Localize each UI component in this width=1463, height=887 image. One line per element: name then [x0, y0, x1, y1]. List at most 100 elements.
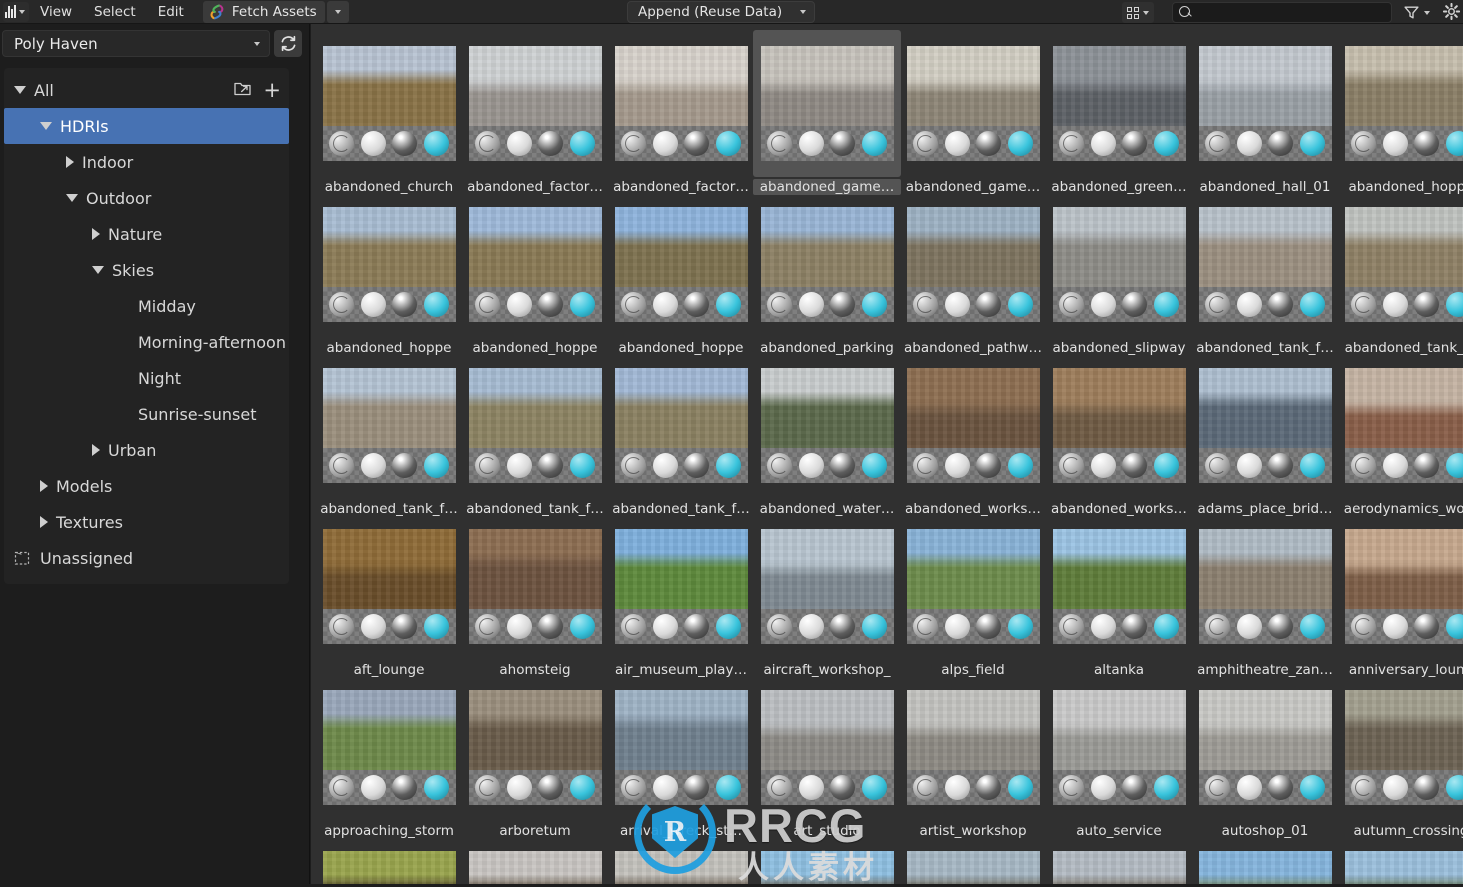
asset-item[interactable]: abandoned_hoppe: [1337, 30, 1463, 195]
asset-item[interactable]: abandoned_factor…: [461, 30, 609, 195]
display-mode-selector[interactable]: [1122, 2, 1154, 23]
asset-grid[interactable]: abandoned_churchabandoned_factor…abandon…: [311, 24, 1463, 884]
asset-thumbnail-card[interactable]: [315, 835, 463, 884]
catalog-item-night[interactable]: Night: [4, 360, 289, 396]
chevron-down-icon[interactable]: [1424, 11, 1430, 15]
asset-item[interactable]: ahomsteig: [461, 513, 609, 678]
catalog-item-morning-afternoon[interactable]: Morning-afternoon: [4, 324, 289, 360]
asset-thumbnail-card[interactable]: [1191, 352, 1339, 499]
asset-thumbnail-card[interactable]: [607, 513, 755, 660]
asset-item[interactable]: abandoned_hoppe: [607, 191, 755, 356]
asset-item[interactable]: aerodynamics_wo…: [1337, 352, 1463, 517]
catalog-item-urban[interactable]: Urban: [4, 432, 289, 468]
asset-thumbnail-card[interactable]: [1191, 513, 1339, 660]
refresh-library-button[interactable]: [274, 30, 302, 57]
triangle-right-icon[interactable]: [40, 516, 48, 528]
asset-item[interactable]: aircraft_workshop_: [753, 513, 901, 678]
asset-item[interactable]: abandoned_hoppe: [315, 191, 463, 356]
asset-item[interactable]: amphitheatre_zan…: [1191, 513, 1339, 678]
triangle-right-icon[interactable]: [92, 228, 100, 240]
asset-item[interactable]: abandoned_slipway: [1045, 191, 1193, 356]
asset-item[interactable]: anniversary_loung: [1337, 513, 1463, 678]
asset-item[interactable]: abandoned_tank_f…: [461, 352, 609, 517]
asset-thumbnail-card[interactable]: [1191, 674, 1339, 821]
asset-thumbnail-card[interactable]: [1337, 191, 1463, 338]
asset-item[interactable]: abandoned_hall_01: [1191, 30, 1339, 195]
fetch-assets-button[interactable]: Fetch Assets: [203, 1, 325, 23]
asset-thumbnail-card[interactable]: [1337, 513, 1463, 660]
asset-item[interactable]: abandoned_factor…: [607, 30, 755, 195]
asset-thumbnail-card[interactable]: [753, 835, 901, 884]
asset-thumbnail-card[interactable]: [315, 30, 463, 177]
asset-thumbnail-card[interactable]: [315, 191, 463, 338]
asset-thumbnail-card[interactable]: [753, 191, 901, 338]
catalog-item-textures[interactable]: Textures: [4, 504, 289, 540]
import-method-dropdown[interactable]: Append (Reuse Data): [627, 1, 815, 23]
asset-thumbnail-card[interactable]: [1045, 835, 1193, 884]
asset-thumbnail-card[interactable]: [1045, 513, 1193, 660]
asset-item[interactable]: abandoned_tank_f…: [1191, 191, 1339, 356]
asset-thumbnail-card[interactable]: [1045, 674, 1193, 821]
menu-select[interactable]: Select: [83, 0, 147, 24]
asset-thumbnail-card[interactable]: [461, 835, 609, 884]
asset-item[interactable]: [1191, 835, 1339, 884]
asset-item[interactable]: abandoned_tank_…: [1337, 191, 1463, 356]
asset-thumbnail-card[interactable]: [607, 835, 755, 884]
asset-thumbnail-card[interactable]: [899, 191, 1047, 338]
asset-item[interactable]: [315, 835, 463, 884]
asset-item[interactable]: aft_lounge: [315, 513, 463, 678]
asset-thumbnail-card[interactable]: [607, 674, 755, 821]
gear-icon[interactable]: [1443, 3, 1460, 20]
asset-item[interactable]: arboretum: [461, 674, 609, 839]
asset-thumbnail-card[interactable]: [899, 513, 1047, 660]
catalog-item-nature[interactable]: Nature: [4, 216, 289, 252]
asset-item[interactable]: autoshop_01: [1191, 674, 1339, 839]
asset-item[interactable]: arrival_wreck_st…: [607, 674, 755, 839]
asset-thumbnail-card[interactable]: [899, 835, 1047, 884]
asset-thumbnail-card[interactable]: [1191, 835, 1339, 884]
asset-thumbnail-card[interactable]: [461, 513, 609, 660]
catalog-item-all[interactable]: All+: [4, 72, 289, 108]
asset-thumbnail-card[interactable]: [607, 352, 755, 499]
asset-item[interactable]: [461, 835, 609, 884]
asset-thumbnail-card[interactable]: [1191, 30, 1339, 177]
asset-thumbnail-card[interactable]: [1337, 674, 1463, 821]
filter-funnel-icon[interactable]: [1403, 4, 1420, 21]
asset-thumbnail-card[interactable]: [315, 674, 463, 821]
asset-item[interactable]: artist_workshop: [899, 674, 1047, 839]
asset-item[interactable]: approaching_storm: [315, 674, 463, 839]
triangle-down-icon[interactable]: [14, 86, 26, 94]
asset-item[interactable]: abandoned_water…: [753, 352, 901, 517]
asset-thumbnail-card[interactable]: [753, 674, 901, 821]
catalog-item-outdoor[interactable]: Outdoor: [4, 180, 289, 216]
asset-thumbnail-card[interactable]: [607, 30, 755, 177]
filter-controls[interactable]: [1403, 2, 1430, 23]
catalog-item-midday[interactable]: Midday: [4, 288, 289, 324]
asset-thumbnail-card[interactable]: [461, 191, 609, 338]
asset-item[interactable]: abandoned_church: [315, 30, 463, 195]
asset-item[interactable]: abandoned_game…: [899, 30, 1047, 195]
asset-thumbnail-card[interactable]: [315, 513, 463, 660]
asset-item[interactable]: abandoned_pathw…: [899, 191, 1047, 356]
asset-thumbnail-card[interactable]: [899, 30, 1047, 177]
catalog-item-unassigned[interactable]: Unassigned: [4, 540, 289, 576]
triangle-down-icon[interactable]: [66, 194, 78, 202]
editor-type-selector[interactable]: [3, 2, 29, 22]
asset-item[interactable]: [1045, 835, 1193, 884]
asset-thumbnail-card[interactable]: [753, 513, 901, 660]
asset-item[interactable]: abandoned_tank_f…: [607, 352, 755, 517]
asset-item[interactable]: abandoned_works…: [1045, 352, 1193, 517]
asset-thumbnail-card[interactable]: [461, 674, 609, 821]
catalog-item-sunrise-sunset[interactable]: Sunrise-sunset: [4, 396, 289, 432]
asset-item[interactable]: altanka: [1045, 513, 1193, 678]
fetch-assets-dropdown[interactable]: [327, 1, 349, 23]
asset-thumbnail-card[interactable]: [899, 674, 1047, 821]
asset-thumbnail-card[interactable]: [1337, 352, 1463, 499]
asset-item[interactable]: abandoned_green…: [1045, 30, 1193, 195]
asset-thumbnail-card[interactable]: [315, 352, 463, 499]
asset-item[interactable]: abandoned_parking: [753, 191, 901, 356]
asset-thumbnail-card[interactable]: [607, 191, 755, 338]
asset-item[interactable]: abandoned_game…: [753, 30, 901, 195]
asset-item[interactable]: air_museum_play…: [607, 513, 755, 678]
asset-item[interactable]: [607, 835, 755, 884]
